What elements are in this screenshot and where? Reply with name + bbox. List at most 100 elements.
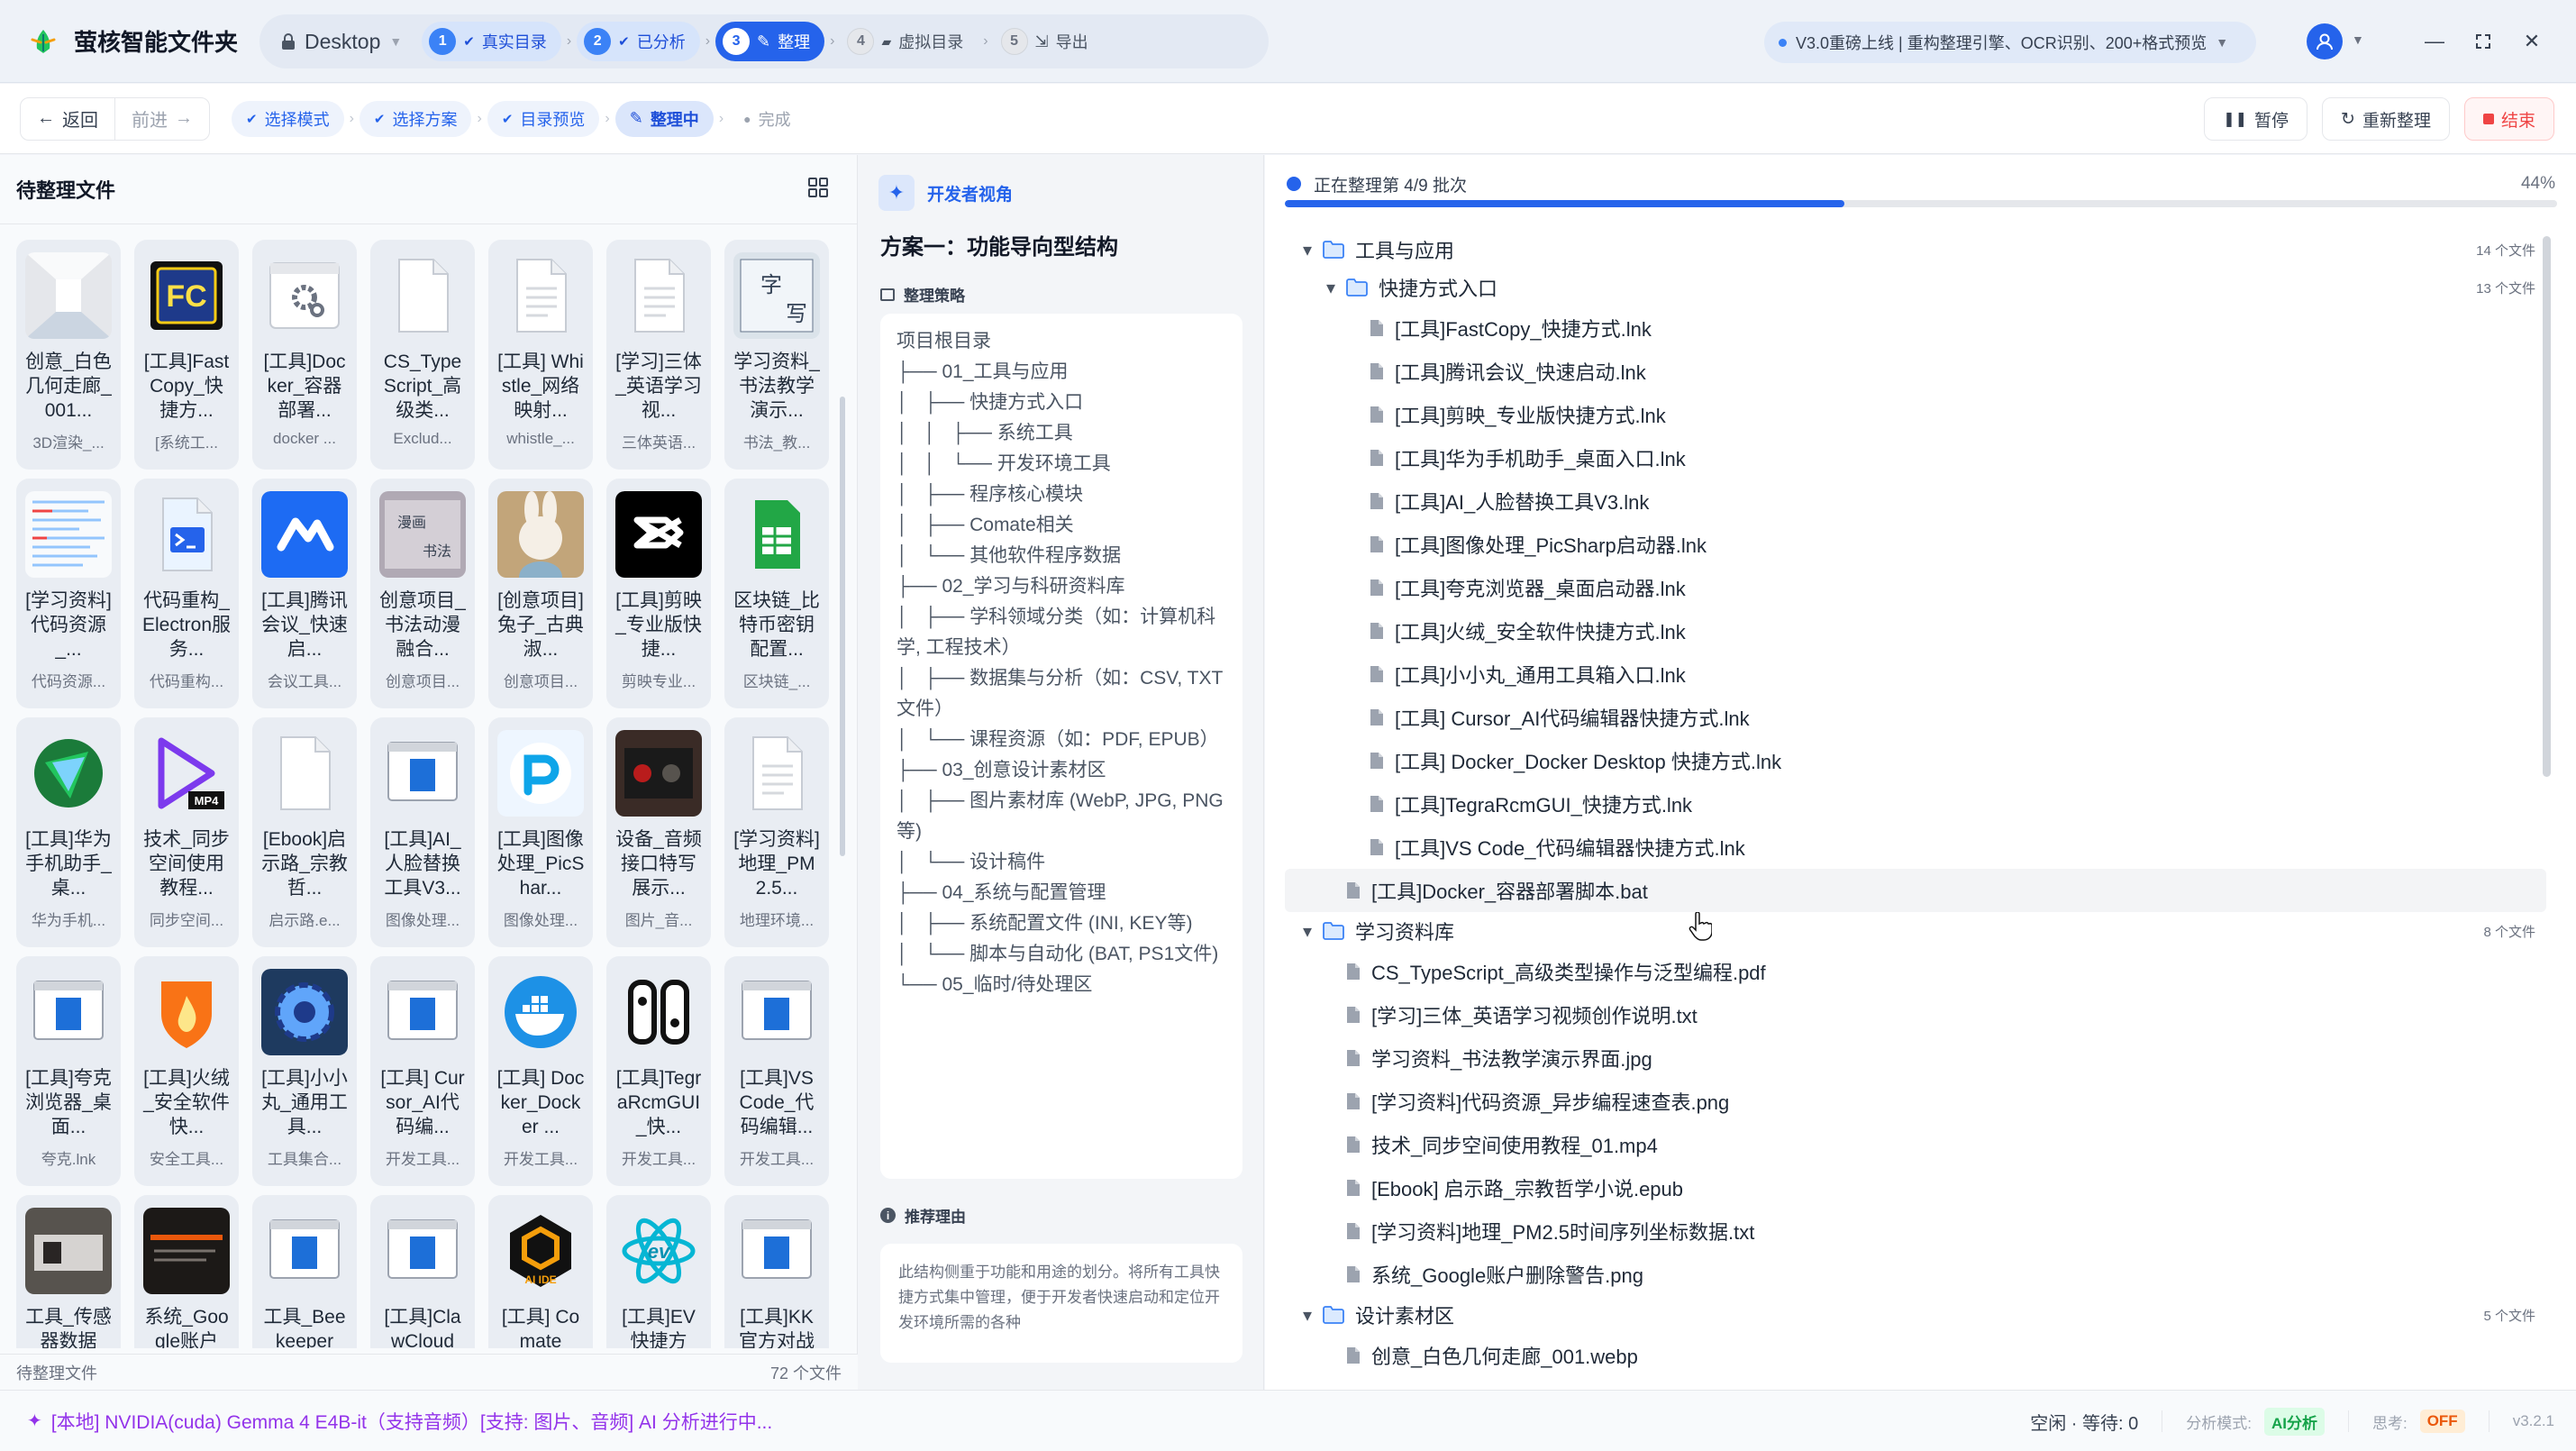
step-1[interactable]: 1 ✔ 真实目录 xyxy=(422,22,561,61)
step-5[interactable]: 5 ⇲ 导出 xyxy=(994,22,1103,61)
tree-file[interactable]: [学习]三体_英语学习视频创作说明.txt xyxy=(1285,993,2546,1036)
file-card[interactable]: [工具]腾讯会议_快速启... 会议工具... xyxy=(252,479,357,708)
file-card[interactable]: [工具]Docker_容器部署... docker ... xyxy=(252,240,357,470)
file-card[interactable]: AI IDE [工具] Comate xyxy=(488,1195,593,1348)
file-card[interactable]: [工具] Cursor_AI代码编... 开发工具... xyxy=(370,956,475,1186)
plan-tree-line: ├── 02_学习与科研资料库 xyxy=(897,576,1125,597)
file-card[interactable]: [工具]华为手机助手_桌... 华为手机... xyxy=(16,717,121,947)
tree-file[interactable]: [学习资料]地理_PM2.5时间序列坐标数据.txt xyxy=(1285,1209,2546,1253)
file-card[interactable]: [工具]VS Code_代码编辑... 开发工具... xyxy=(724,956,829,1186)
tree-file[interactable]: [工具]火绒_安全软件快捷方式.lnk xyxy=(1285,609,2546,652)
tree-file[interactable]: [工具]夸克浏览器_桌面启动器.lnk xyxy=(1285,566,2546,609)
file-card[interactable]: [工具]剪映_专业版快捷... 剪映专业... xyxy=(606,479,711,708)
substep-1[interactable]: ✔ 选择模式 xyxy=(232,100,344,137)
tree-file[interactable]: CS_TypeScript_高级类型操作与泛型编程.pdf xyxy=(1285,950,2546,993)
tree-file[interactable]: [工具]VS Code_代码编辑器快捷方式.lnk xyxy=(1285,826,2546,869)
step-4[interactable]: 4 ▰ 虚拟目录 xyxy=(840,22,978,61)
tree-file[interactable]: [工具]TegraRcmGUI_快捷方式.lnk xyxy=(1285,782,2546,826)
file-card[interactable]: [Ebook]启示路_宗教哲... 启示路.e... xyxy=(252,717,357,947)
file-card[interactable]: [创意项目]兔子_古典淑... 创意项目... xyxy=(488,479,593,708)
file-card[interactable]: [工具]小小丸_通用工具... 工具集合... xyxy=(252,956,357,1186)
file-meta: 会议工具... xyxy=(267,673,342,690)
tree-file[interactable]: [工具]AI_人脸替换工具V3.lnk xyxy=(1285,479,2546,523)
file-card[interactable]: [工具]图像处理_PicShar... 图像处理... xyxy=(488,717,593,947)
file-card[interactable]: [工具] Whistle_网络映射... whistle_... xyxy=(488,240,593,470)
tree-file[interactable]: [学习资料]代码资源_异步编程速查表.png xyxy=(1285,1080,2546,1123)
file-card[interactable]: 代码重构_Electron服务... 代码重构... xyxy=(134,479,239,708)
tree-file[interactable]: [工具]图像处理_PicSharp启动器.lnk xyxy=(1285,523,2546,566)
file-card[interactable]: [工具] Docker_Docker ... 开发工具... xyxy=(488,956,593,1186)
tree-file[interactable]: [工具]剪映_专业版快捷方式.lnk xyxy=(1285,393,2546,436)
view-label: 开发者视角 xyxy=(927,185,1014,205)
step-2[interactable]: 2 ✔ 已分析 xyxy=(577,22,700,61)
file-card[interactable]: 创意_白色几何走廊_001... 3D渲染_... xyxy=(16,240,121,470)
file-card[interactable]: [工具]TegraRcmGUI_快... 开发工具... xyxy=(606,956,711,1186)
tree-file[interactable]: [Ebook] 启示路_宗教哲学小说.epub xyxy=(1285,1166,2546,1209)
substep-2[interactable]: ✔ 选择方案 xyxy=(359,100,472,137)
scrollbar[interactable] xyxy=(840,397,845,856)
pause-button[interactable]: ❚❚ 暂停 xyxy=(2204,97,2308,141)
tree-file[interactable]: 创意_白色几何走廊_001.webp xyxy=(1285,1334,2546,1373)
grid-view-icon[interactable] xyxy=(807,177,833,202)
minimize-button[interactable]: — xyxy=(2418,25,2451,58)
plan-tree-line: │ │ └── 开发环境工具 xyxy=(897,453,1111,474)
tree-folder[interactable]: ▾ 工具与应用 14 个文件 xyxy=(1285,231,2546,269)
substep-3[interactable]: ✔ 目录预览 xyxy=(487,100,600,137)
chevron-down-icon: ▼ xyxy=(2216,35,2229,50)
file-card[interactable]: [学习]三体_英语学习视... 三体英语... xyxy=(606,240,711,470)
tree-file[interactable]: [工具]腾讯会议_快速启动.lnk xyxy=(1285,350,2546,393)
file-card[interactable]: [学习资料]代码资源_... 代码资源... xyxy=(16,479,121,708)
file-card[interactable]: 字写学习资料_书法教学演示... 书法_教... xyxy=(724,240,829,470)
file-card[interactable]: 工具_传感器数据 xyxy=(16,1195,121,1348)
tree-file[interactable]: [工具]华为手机助手_桌面入口.lnk xyxy=(1285,436,2546,479)
end-button[interactable]: 结束 xyxy=(2463,97,2554,141)
tree-file[interactable]: [工具] Cursor_AI代码编辑器快捷方式.lnk xyxy=(1285,696,2546,739)
substep-4[interactable]: ✎ 整理中 xyxy=(614,100,714,137)
location-selector[interactable]: Desktop ▼ xyxy=(281,30,402,54)
tree-file[interactable]: [工具]Docker_容器部署脚本.bat xyxy=(1285,869,2546,912)
mode-badge[interactable]: AI分析 xyxy=(2263,1407,2325,1436)
maximize-button[interactable] xyxy=(2467,25,2499,58)
user-avatar[interactable] xyxy=(2307,23,2343,59)
substep-5[interactable]: ● 完成 xyxy=(729,101,805,137)
file-card[interactable]: [工具]KK官方对战 xyxy=(724,1195,829,1348)
close-button[interactable]: ✕ xyxy=(2516,25,2548,58)
file-card[interactable]: [学习资料]地理_PM2.5... 地理环境... xyxy=(724,717,829,947)
tree-file[interactable]: 系统_Google账户删除警告.png xyxy=(1285,1253,2546,1296)
tree-file[interactable]: [工具] Docker_Docker Desktop 快捷方式.lnk xyxy=(1285,739,2546,782)
tree-file[interactable]: 学习资料_书法教学演示界面.jpg xyxy=(1285,1036,2546,1080)
file-card[interactable]: 区块链_比特币密钥配置... 区块链_... xyxy=(724,479,829,708)
tree-folder[interactable]: ▾ 学习资料库 8 个文件 xyxy=(1285,912,2546,950)
chevron-down-icon[interactable]: ▾ xyxy=(1297,920,1317,943)
file-meta: Exclud... xyxy=(393,430,452,447)
user-icon xyxy=(2317,33,2333,50)
file-card[interactable]: FC [工具]FastCopy_快捷方... [系统工... xyxy=(134,240,239,470)
file-card[interactable]: 设备_音频接口特写展示... 图片_音... xyxy=(606,717,711,947)
forward-button[interactable]: 前进 → xyxy=(114,97,209,140)
file-card[interactable]: 漫画 书法 创意项目_书法动漫融合... 创意项目... xyxy=(370,479,475,708)
tree-folder[interactable]: ▾ 设计素材区 5 个文件 xyxy=(1285,1296,2546,1334)
tree-folder[interactable]: ▾ 快捷方式入口 13 个文件 xyxy=(1285,269,2546,306)
file-card[interactable]: [工具]夸克浏览器_桌面... 夸克.lnk xyxy=(16,956,121,1186)
back-button[interactable]: ← 返回 xyxy=(21,98,114,140)
chevron-down-icon[interactable]: ▾ xyxy=(1297,1304,1317,1327)
file-card[interactable]: 系统_Google账户 xyxy=(134,1195,239,1348)
tree-file[interactable]: [工具]小小丸_通用工具箱入口.lnk xyxy=(1285,652,2546,696)
file-card[interactable]: 工具_Beekeeper xyxy=(252,1195,357,1348)
chevron-down-icon[interactable]: ▾ xyxy=(1297,239,1317,261)
restart-button[interactable]: ↻ 重新整理 xyxy=(2322,97,2450,141)
file-card[interactable]: ev [工具]EV快捷方 xyxy=(606,1195,711,1348)
file-card[interactable]: [工具]火绒_安全软件快... 安全工具... xyxy=(134,956,239,1186)
tree-file[interactable]: 技术_同步空间使用教程_01.mp4 xyxy=(1285,1123,2546,1166)
chevron-down-icon[interactable]: ▼ xyxy=(2352,32,2364,47)
chevron-down-icon[interactable]: ▾ xyxy=(1321,277,1341,299)
tree-file[interactable]: [工具]FastCopy_快捷方式.lnk xyxy=(1285,306,2546,350)
file-card[interactable]: [工具]AI_人脸替换工具V3... 图像处理... xyxy=(370,717,475,947)
scrollbar[interactable] xyxy=(2543,236,2551,777)
think-toggle[interactable]: OFF xyxy=(2419,1410,2465,1433)
file-card[interactable]: CS_TypeScript_高级类... Exclud... xyxy=(370,240,475,470)
release-notice[interactable]: V3.0重磅上线 | 重构整理引擎、OCR识别、200+格式预览 ▼ xyxy=(1764,22,2256,63)
step-3[interactable]: 3 ✎ 整理 xyxy=(715,22,825,61)
file-card[interactable]: [工具]ClawCloud xyxy=(370,1195,475,1348)
file-card[interactable]: MP4 技术_同步空间使用教程... 同步空间... xyxy=(134,717,239,947)
